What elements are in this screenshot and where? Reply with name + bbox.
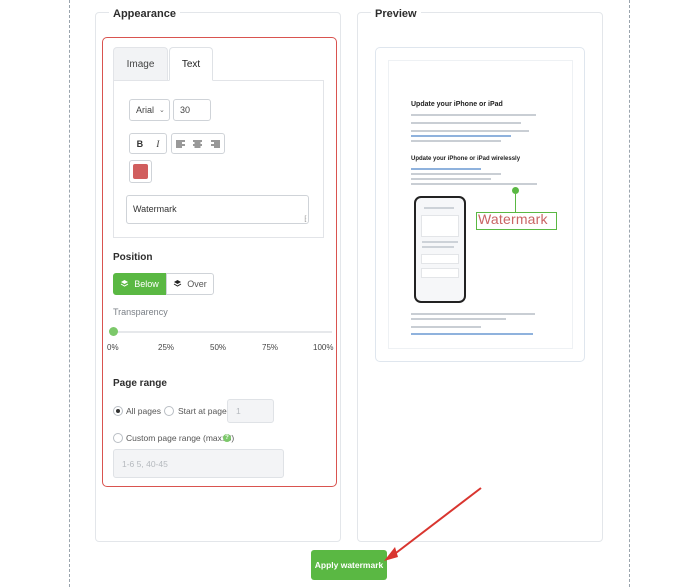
- annotation-arrow: [384, 487, 482, 561]
- tab-text[interactable]: Text: [169, 47, 213, 81]
